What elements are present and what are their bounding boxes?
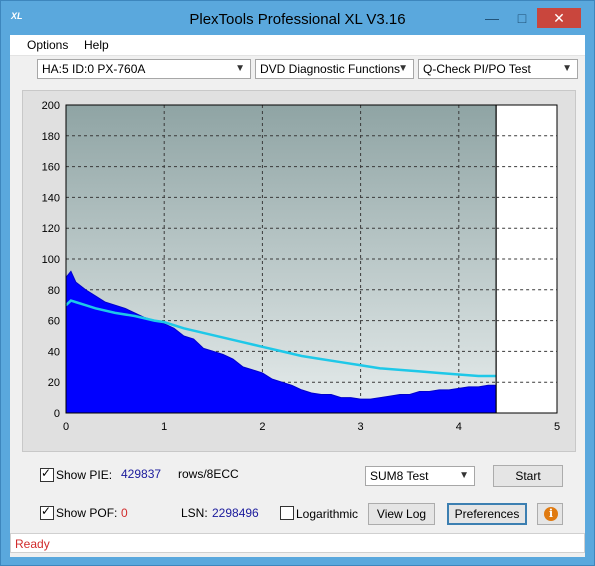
test-select-value: Q-Check PI/PO Test (423, 62, 531, 76)
logarithmic-checkbox[interactable] (280, 506, 294, 520)
y-tick-label: 100 (42, 254, 60, 266)
title-bar[interactable]: XL PlexTools Professional XL V3.16 — □ ✕ (1, 1, 594, 35)
drive-select[interactable]: HA:5 ID:0 PX-760A ▼ (37, 59, 251, 79)
chevron-down-icon: ▼ (235, 63, 245, 74)
y-tick-label: 200 (42, 100, 60, 112)
show-poe-label: Show POF: (56, 506, 118, 520)
menu-bar: Options Help (10, 35, 585, 56)
status-bar: Ready (10, 533, 585, 553)
test-select[interactable]: Q-Check PI/PO Test ▼ (418, 59, 578, 79)
minimize-icon[interactable]: — (478, 8, 506, 28)
close-icon[interactable]: ✕ (537, 8, 581, 28)
y-tick-label: 80 (48, 285, 60, 297)
chevron-down-icon: ▼ (398, 63, 408, 74)
maximize-icon[interactable]: □ (508, 8, 536, 28)
function-select-value: DVD Diagnostic Functions (260, 62, 401, 76)
start-button[interactable]: Start (493, 465, 563, 487)
show-pie-checkbox[interactable] (40, 466, 54, 482)
y-tick-label: 60 (48, 316, 60, 328)
controls-panel: Show PIE: 429837 rows/8ECC SUM8 Test ▼ S… (22, 459, 582, 529)
chevron-down-icon: ▼ (459, 470, 469, 481)
y-tick-label: 160 (42, 162, 60, 174)
y-tick-label: 20 (48, 377, 60, 389)
pipo-chart: 0 20 40 60 80 100 120 140 160 180 200 0 1 2 3 4 5 (42, 100, 560, 433)
app-window: XL PlexTools Professional XL V3.16 — □ ✕… (0, 0, 595, 566)
x-tick-label: 2 (259, 421, 265, 433)
y-tick-label: 0 (54, 408, 60, 420)
chart-panel: 0 20 40 60 80 100 120 140 160 180 200 0 1 2 3 4 5 (22, 90, 576, 452)
y-tick-label: 140 (42, 192, 60, 204)
poe-value: 0 (121, 506, 128, 520)
menu-help[interactable]: Help (84, 38, 109, 52)
x-tick-label: 5 (554, 421, 560, 433)
function-select[interactable]: DVD Diagnostic Functions ▼ (255, 59, 414, 79)
lsn-label: LSN: (181, 506, 208, 520)
y-tick-label: 180 (42, 131, 60, 143)
chevron-down-icon: ▼ (562, 63, 572, 74)
sum-test-select[interactable]: SUM8 Test ▼ (365, 466, 475, 486)
y-tick-label: 40 (48, 346, 60, 358)
pie-value: 429837 (121, 467, 162, 481)
x-tick-label: 0 (63, 421, 69, 433)
preferences-button[interactable]: Preferences (447, 503, 527, 525)
sum-test-select-value: SUM8 Test (370, 469, 429, 483)
x-tick-label: 4 (456, 421, 462, 433)
show-poe-checkbox[interactable] (40, 504, 54, 520)
drive-select-value: HA:5 ID:0 PX-760A (42, 62, 146, 76)
show-pie-label: Show PIE: (56, 468, 113, 482)
status-text: Ready (15, 537, 50, 551)
info-icon: i (544, 507, 558, 521)
view-log-button[interactable]: View Log (368, 503, 435, 525)
logarithmic-label: Logarithmic (296, 507, 359, 521)
info-button[interactable]: i (537, 503, 563, 525)
y-tick-label: 120 (42, 223, 60, 235)
lsn-value: 2298496 (212, 506, 259, 520)
pie-unit: rows/8ECC (178, 467, 239, 481)
x-tick-label: 3 (358, 421, 364, 433)
x-tick-label: 1 (161, 421, 167, 433)
client-area: Options Help HA:5 ID:0 PX-760A ▼ DVD Dia… (10, 35, 585, 557)
menu-options[interactable]: Options (27, 38, 68, 52)
